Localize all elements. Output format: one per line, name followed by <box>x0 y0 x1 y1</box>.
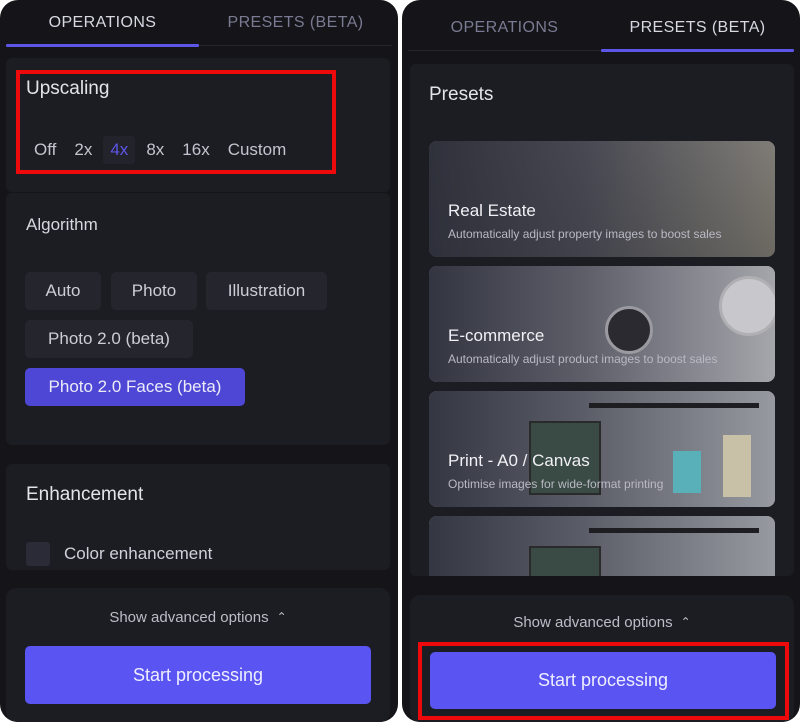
frame-graphic <box>529 546 601 576</box>
algo-illustration[interactable]: Illustration <box>206 272 327 310</box>
footer-actions: Show advanced options ⌃ Start processing <box>6 588 390 722</box>
operations-panel: OPERATIONS PRESETS (BETA) Upscaling Off … <box>0 0 398 722</box>
start-processing-button[interactable]: Start processing <box>25 646 371 704</box>
tab-bar: OPERATIONS PRESETS (BETA) <box>6 0 392 47</box>
presets-title: Presets <box>429 84 494 105</box>
algorithm-card: Algorithm Auto Photo Illustration Photo … <box>6 193 390 445</box>
upscaling-title: Upscaling <box>26 78 110 99</box>
presets-card: Presets Real Estate Automatically adjust… <box>410 64 794 576</box>
frame-graphic <box>723 435 751 497</box>
tab-operations[interactable]: OPERATIONS <box>408 5 601 50</box>
watch-icon <box>605 306 653 354</box>
color-enhancement-label: Color enhancement <box>64 544 213 563</box>
upscaling-card: Upscaling Off 2x 4x 8x 16x Custom <box>6 58 390 192</box>
enhancement-card: Enhancement Color enhancement <box>6 464 390 570</box>
preset-partial[interactable] <box>429 516 775 576</box>
tab-bar: OPERATIONS PRESETS (BETA) <box>408 5 794 52</box>
frame-graphic <box>673 451 701 493</box>
upscale-custom[interactable]: Custom <box>221 136 294 164</box>
upscaling-options: Off 2x 4x 8x 16x Custom <box>27 136 293 164</box>
preset-real-estate[interactable]: Real Estate Automatically adjust propert… <box>429 141 775 257</box>
show-advanced-label: Show advanced options <box>109 609 269 626</box>
framed-prints-photo <box>429 516 775 576</box>
show-advanced-label: Show advanced options <box>513 614 673 631</box>
show-advanced-toggle[interactable]: Show advanced options ⌃ <box>6 609 390 626</box>
chevron-up-icon: ⌃ <box>276 610 287 624</box>
chevron-up-icon: ⌃ <box>680 615 691 629</box>
algo-photo-2[interactable]: Photo 2.0 (beta) <box>25 320 193 358</box>
preset-ecommerce[interactable]: E-commerce Automatically adjust product … <box>429 266 775 382</box>
start-processing-button[interactable]: Start processing <box>430 652 776 709</box>
preset-title: Real Estate <box>448 201 536 220</box>
preset-description: Optimise images for wide-format printing <box>448 477 664 491</box>
preset-description: Automatically adjust property images to … <box>448 227 722 241</box>
preset-title: Print - A0 / Canvas <box>448 451 590 470</box>
color-enhancement-checkbox[interactable] <box>26 542 50 566</box>
shelf-graphic <box>589 528 759 533</box>
algo-photo[interactable]: Photo <box>111 272 197 310</box>
algorithm-title: Algorithm <box>26 215 98 234</box>
algo-auto[interactable]: Auto <box>25 272 101 310</box>
tab-presets[interactable]: PRESETS (BETA) <box>199 0 392 45</box>
algo-photo-2-faces[interactable]: Photo 2.0 Faces (beta) <box>25 368 245 406</box>
footer-actions: Show advanced options ⌃ Start processing <box>410 595 794 722</box>
upscale-8x[interactable]: 8x <box>139 136 171 164</box>
enhancement-title: Enhancement <box>26 484 144 505</box>
upscale-off[interactable]: Off <box>27 136 63 164</box>
shelf-graphic <box>589 403 759 408</box>
watch-icon <box>719 276 775 336</box>
presets-panel: OPERATIONS PRESETS (BETA) Presets Real E… <box>402 0 800 722</box>
preset-print-canvas[interactable]: Print - A0 / Canvas Optimise images for … <box>429 391 775 507</box>
preset-title: E-commerce <box>448 326 545 345</box>
tab-presets[interactable]: PRESETS (BETA) <box>601 5 794 52</box>
upscale-2x[interactable]: 2x <box>67 136 99 164</box>
preset-description: Automatically adjust product images to b… <box>448 352 718 366</box>
show-advanced-toggle[interactable]: Show advanced options ⌃ <box>410 614 794 631</box>
upscale-16x[interactable]: 16x <box>175 136 216 164</box>
tab-operations[interactable]: OPERATIONS <box>6 0 199 47</box>
upscale-4x[interactable]: 4x <box>103 136 136 164</box>
